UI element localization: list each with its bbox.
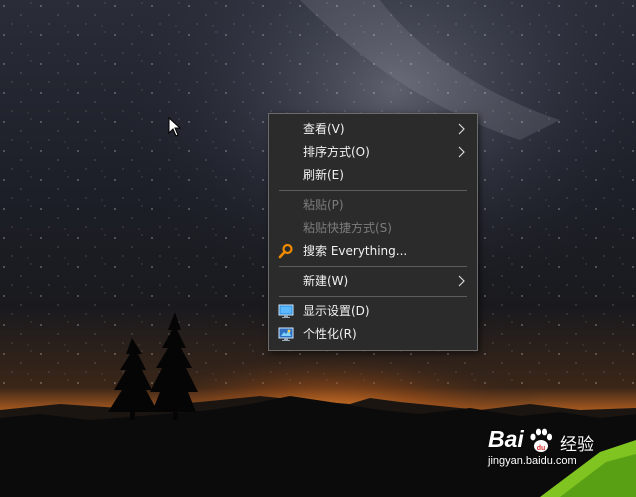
menu-item-paste-shortcut[interactable]: 粘贴快捷方式(S) xyxy=(269,217,477,239)
menu-item-new[interactable]: 新建(W) xyxy=(269,270,477,292)
svg-text:du: du xyxy=(537,445,546,452)
menu-item-label: 粘贴(P) xyxy=(303,198,344,212)
menu-item-label: 查看(V) xyxy=(303,122,345,136)
chevron-right-icon xyxy=(458,123,465,135)
watermark-title: 经验 xyxy=(560,435,594,455)
display-settings-icon xyxy=(278,304,294,318)
menu-item-paste[interactable]: 粘贴(P) xyxy=(269,194,477,216)
menu-separator xyxy=(279,266,467,267)
menu-item-refresh[interactable]: 刷新(E) xyxy=(269,164,477,186)
desktop-context-menu: 查看(V) 排序方式(O) 刷新(E) 粘贴(P) 粘贴快捷方式(S) 搜索 E… xyxy=(268,113,478,351)
menu-item-sort-by[interactable]: 排序方式(O) xyxy=(269,141,477,163)
watermark-url: jingyan.baidu.com xyxy=(488,455,577,467)
menu-item-view[interactable]: 查看(V) xyxy=(269,118,477,140)
menu-item-display-settings[interactable]: 显示设置(D) xyxy=(269,300,477,322)
chevron-right-icon xyxy=(458,275,465,287)
menu-separator xyxy=(279,296,467,297)
menu-item-personalize[interactable]: 个性化(R) xyxy=(269,323,477,345)
menu-item-label: 新建(W) xyxy=(303,274,349,288)
baidu-jingyan-watermark: Bai du 经验 jingyan.baidu.com xyxy=(486,426,610,470)
watermark-logo: Bai xyxy=(488,426,524,452)
personalize-icon xyxy=(278,327,294,341)
menu-item-label: 刷新(E) xyxy=(303,168,344,182)
chevron-right-icon xyxy=(458,146,465,158)
menu-item-label: 个性化(R) xyxy=(303,327,357,341)
menu-item-label: 搜索 Everything... xyxy=(303,244,408,258)
baidu-paw-icon: du xyxy=(530,428,553,452)
menu-item-label: 显示设置(D) xyxy=(303,304,370,318)
arrow-cursor-icon xyxy=(168,117,182,137)
menu-item-label: 排序方式(O) xyxy=(303,145,370,159)
menu-item-search-everything[interactable]: 搜索 Everything... xyxy=(269,240,477,262)
menu-item-label: 粘贴快捷方式(S) xyxy=(303,221,392,235)
menu-separator xyxy=(279,190,467,191)
magnifier-icon xyxy=(278,243,293,259)
